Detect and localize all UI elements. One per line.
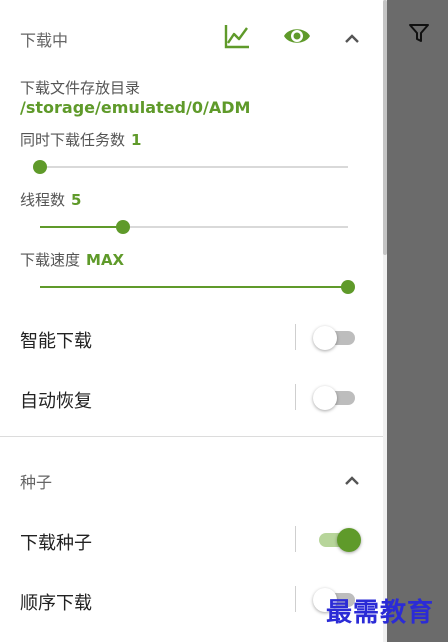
concurrent-tasks-slider[interactable] — [33, 157, 348, 177]
directory-label: 下载文件存放目录 — [20, 79, 141, 97]
threads-value: 5 — [71, 191, 82, 209]
chart-line-icon[interactable] — [223, 22, 251, 50]
slider-fill — [40, 286, 348, 288]
slider-fill — [40, 226, 124, 228]
smart-download-switch[interactable] — [313, 325, 355, 351]
section-divider — [0, 436, 387, 437]
chevron-up-icon[interactable] — [338, 24, 366, 52]
download-torrent-label: 下载种子 — [20, 533, 92, 554]
row-divider — [295, 526, 296, 552]
slider-knob[interactable] — [116, 220, 131, 234]
concurrent-tasks-value: 1 — [131, 131, 142, 149]
sequential-download-label: 顺序下载 — [20, 593, 92, 614]
speed-text: 下载速度 — [20, 251, 81, 269]
threads-text: 线程数 — [20, 191, 66, 209]
row-divider — [295, 586, 296, 612]
settings-drawer: 下载中 下载文件存放目录 /storage/emulated/0/ADM 同时下… — [0, 0, 387, 642]
background-scrim[interactable] — [387, 0, 448, 642]
slider-track — [40, 166, 348, 168]
switch-thumb — [313, 326, 337, 350]
filter-icon[interactable] — [408, 22, 430, 44]
section-title-downloading: 下载中 — [20, 31, 69, 50]
speed-slider[interactable] — [40, 277, 355, 297]
speed-value: MAX — [86, 251, 125, 269]
eye-icon[interactable] — [283, 22, 311, 50]
slider-knob[interactable] — [341, 280, 355, 294]
auto-resume-label: 自动恢复 — [20, 391, 92, 412]
slider-knob[interactable] — [33, 160, 47, 174]
switch-thumb — [337, 528, 361, 552]
concurrent-tasks-label: 同时下载任务数 1 — [20, 129, 141, 150]
watermark-text: 最需教育 — [326, 598, 435, 628]
smart-download-label: 智能下载 — [20, 331, 92, 352]
speed-label: 下载速度 MAX — [20, 249, 124, 270]
download-torrent-switch[interactable] — [313, 527, 361, 553]
concurrent-tasks-text: 同时下载任务数 — [20, 131, 126, 149]
row-divider — [295, 324, 296, 350]
section-title-torrent: 种子 — [20, 473, 53, 492]
directory-path[interactable]: /storage/emulated/0/ADM — [20, 98, 250, 117]
threads-label: 线程数 5 — [20, 189, 81, 210]
threads-slider[interactable] — [40, 217, 348, 237]
chevron-up-icon[interactable] — [338, 466, 366, 494]
switch-thumb — [313, 386, 337, 410]
row-divider — [295, 384, 296, 410]
auto-resume-switch[interactable] — [313, 385, 355, 411]
